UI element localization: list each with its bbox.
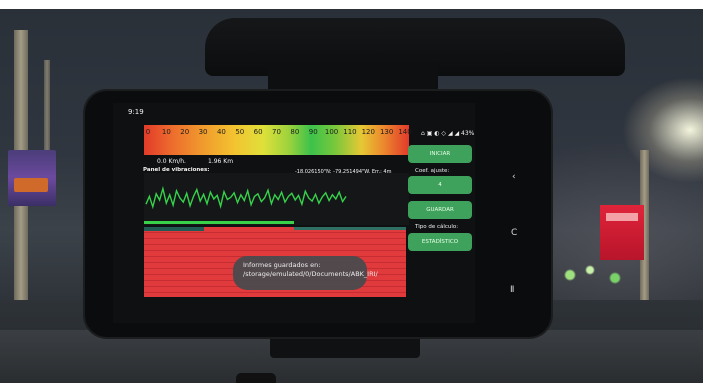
status-time: 9:19 bbox=[128, 108, 144, 116]
speed-gauge-ticks: 0 10 20 30 40 50 60 70 80 90 100 110 120 130 140 bbox=[144, 128, 412, 138]
speed-tick-label: 30 bbox=[198, 128, 208, 136]
speed-tick-label: 120 bbox=[361, 128, 375, 136]
distant-lights bbox=[560, 260, 650, 290]
speed-tick-label: 70 bbox=[272, 128, 281, 136]
vibration-level-bar bbox=[144, 221, 294, 224]
speed-tick-label: 60 bbox=[253, 128, 263, 136]
speed-tick-label: 50 bbox=[235, 128, 245, 136]
speed-readout: 0.0 Km/h. bbox=[157, 158, 186, 165]
mount-knob bbox=[236, 373, 276, 383]
vibration-line bbox=[145, 185, 347, 210]
speed-tick-label: 0 bbox=[145, 128, 151, 136]
speed-gauge-bar: 0 10 20 30 40 50 60 70 80 90 100 110 120 130 140 bbox=[144, 125, 412, 155]
home-nav-icon[interactable]: C bbox=[511, 228, 517, 238]
speed-tick-label: 90 bbox=[308, 128, 318, 136]
saved-reports-toast: Informes guardados en: /storage/emulated… bbox=[233, 256, 378, 290]
status-icons: ⌂ ▣ ◐ ◇ ◢ ◢ 43% bbox=[421, 130, 475, 137]
speed-tick-label: 80 bbox=[290, 128, 300, 136]
recent-apps-nav-icon[interactable]: Ⅱ bbox=[510, 285, 514, 295]
back-nav-icon[interactable]: ‹ bbox=[512, 172, 516, 182]
vibration-trace bbox=[145, 185, 347, 210]
iniciar-button[interactable]: INICIAR bbox=[408, 145, 472, 163]
speed-tick-label: 10 bbox=[161, 128, 171, 136]
coef-label: Coef. ajuste: bbox=[415, 168, 450, 174]
tipo-calculo-select[interactable]: ESTADÍSTICO bbox=[408, 233, 472, 251]
phone-screen: 9:19 ⌂ ▣ ◐ ◇ ◢ ◢ 43% 0 10 20 30 40 50 60 70 80 90… bbox=[113, 103, 475, 323]
speed-tick-label: 20 bbox=[180, 128, 190, 136]
speed-tick-label: 110 bbox=[343, 128, 357, 136]
billboard-left bbox=[8, 150, 56, 206]
speed-tick-label: 100 bbox=[324, 128, 339, 136]
guardar-button[interactable]: GUARDAR bbox=[408, 201, 472, 219]
coef-value-field[interactable]: 4 bbox=[408, 176, 472, 194]
vibration-panel bbox=[144, 173, 409, 225]
distance-readout: 1.96 Km bbox=[208, 158, 234, 165]
speed-tick-label: 130 bbox=[379, 128, 394, 136]
speed-tick-label: 140 bbox=[398, 128, 412, 136]
tipo-calculo-label: Tipo de cálculo: bbox=[415, 224, 459, 230]
red-shop-sign bbox=[600, 205, 644, 260]
photo-border-top bbox=[0, 0, 703, 9]
speed-tick-label: 40 bbox=[216, 128, 226, 136]
